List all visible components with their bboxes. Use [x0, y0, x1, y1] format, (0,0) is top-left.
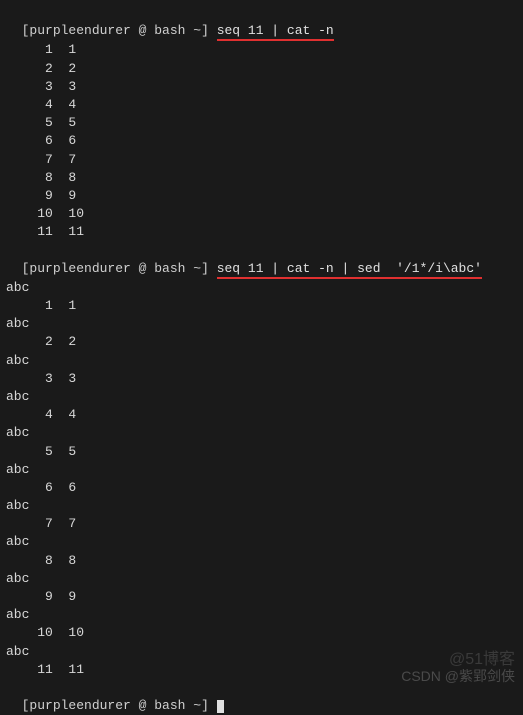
output-line: abc	[6, 388, 517, 406]
prompt-at: @	[131, 23, 154, 38]
output-line: 6 6	[6, 132, 517, 150]
output-line: 8 8	[6, 169, 517, 187]
output-line: abc	[6, 315, 517, 333]
output-line: 8 8	[6, 552, 517, 570]
prompt-path: ~	[185, 698, 201, 713]
command-2: seq 11 | cat -n | sed '/1*/i\abc'	[217, 261, 482, 279]
output-line: 5 5	[6, 114, 517, 132]
command-1: seq 11 | cat -n	[217, 23, 334, 41]
output-line: 7 7	[6, 151, 517, 169]
output-line: 6 6	[6, 479, 517, 497]
watermark-csdn: CSDN @紫郢剑侠	[401, 667, 515, 687]
prompt-line-2: [purpleendurer @ bash ~] seq 11 | cat -n…	[6, 241, 517, 277]
prompt-host: bash	[154, 261, 185, 276]
prompt-user: purpleendurer	[29, 261, 130, 276]
output-block-2: abc 1 1abc 2 2abc 3 3abc 4 4abc 5 5abc 6…	[6, 279, 517, 679]
output-line: 3 3	[6, 370, 517, 388]
output-line: abc	[6, 643, 517, 661]
cursor-icon	[217, 700, 224, 713]
output-line: 11 11	[6, 223, 517, 241]
output-line: 1 1	[6, 297, 517, 315]
output-line: abc	[6, 352, 517, 370]
output-line: abc	[6, 570, 517, 588]
output-line: 4 4	[6, 96, 517, 114]
output-line: 9 9	[6, 187, 517, 205]
prompt-user: purpleendurer	[29, 698, 130, 713]
output-line: abc	[6, 279, 517, 297]
prompt-line-1: [purpleendurer @ bash ~] seq 11 | cat -n	[6, 4, 517, 40]
prompt-path: ~	[185, 261, 201, 276]
bracket-close: ]	[201, 698, 209, 713]
prompt-path: ~	[185, 23, 201, 38]
output-line: abc	[6, 497, 517, 515]
output-line: 3 3	[6, 78, 517, 96]
output-line: abc	[6, 606, 517, 624]
output-line: 2 2	[6, 60, 517, 78]
prompt-at: @	[131, 261, 154, 276]
output-line: 10 10	[6, 205, 517, 223]
output-line: 9 9	[6, 588, 517, 606]
prompt-host: bash	[154, 23, 185, 38]
output-line: 10 10	[6, 624, 517, 642]
bracket-close: ]	[201, 23, 209, 38]
output-line: 5 5	[6, 443, 517, 461]
output-line: abc	[6, 461, 517, 479]
output-block-1: 1 1 2 2 3 3 4 4 5 5 6 6 7 7 8 8 9 9 10 1…	[6, 41, 517, 241]
output-line: 1 1	[6, 41, 517, 59]
bracket-close: ]	[201, 261, 209, 276]
bracket-open: [	[22, 698, 30, 713]
prompt-at: @	[131, 698, 154, 713]
prompt-user: purpleendurer	[29, 23, 130, 38]
output-line: 2 2	[6, 333, 517, 351]
prompt-host: bash	[154, 698, 185, 713]
output-line: 4 4	[6, 406, 517, 424]
output-line: 7 7	[6, 515, 517, 533]
output-line: abc	[6, 533, 517, 551]
output-line: abc	[6, 424, 517, 442]
